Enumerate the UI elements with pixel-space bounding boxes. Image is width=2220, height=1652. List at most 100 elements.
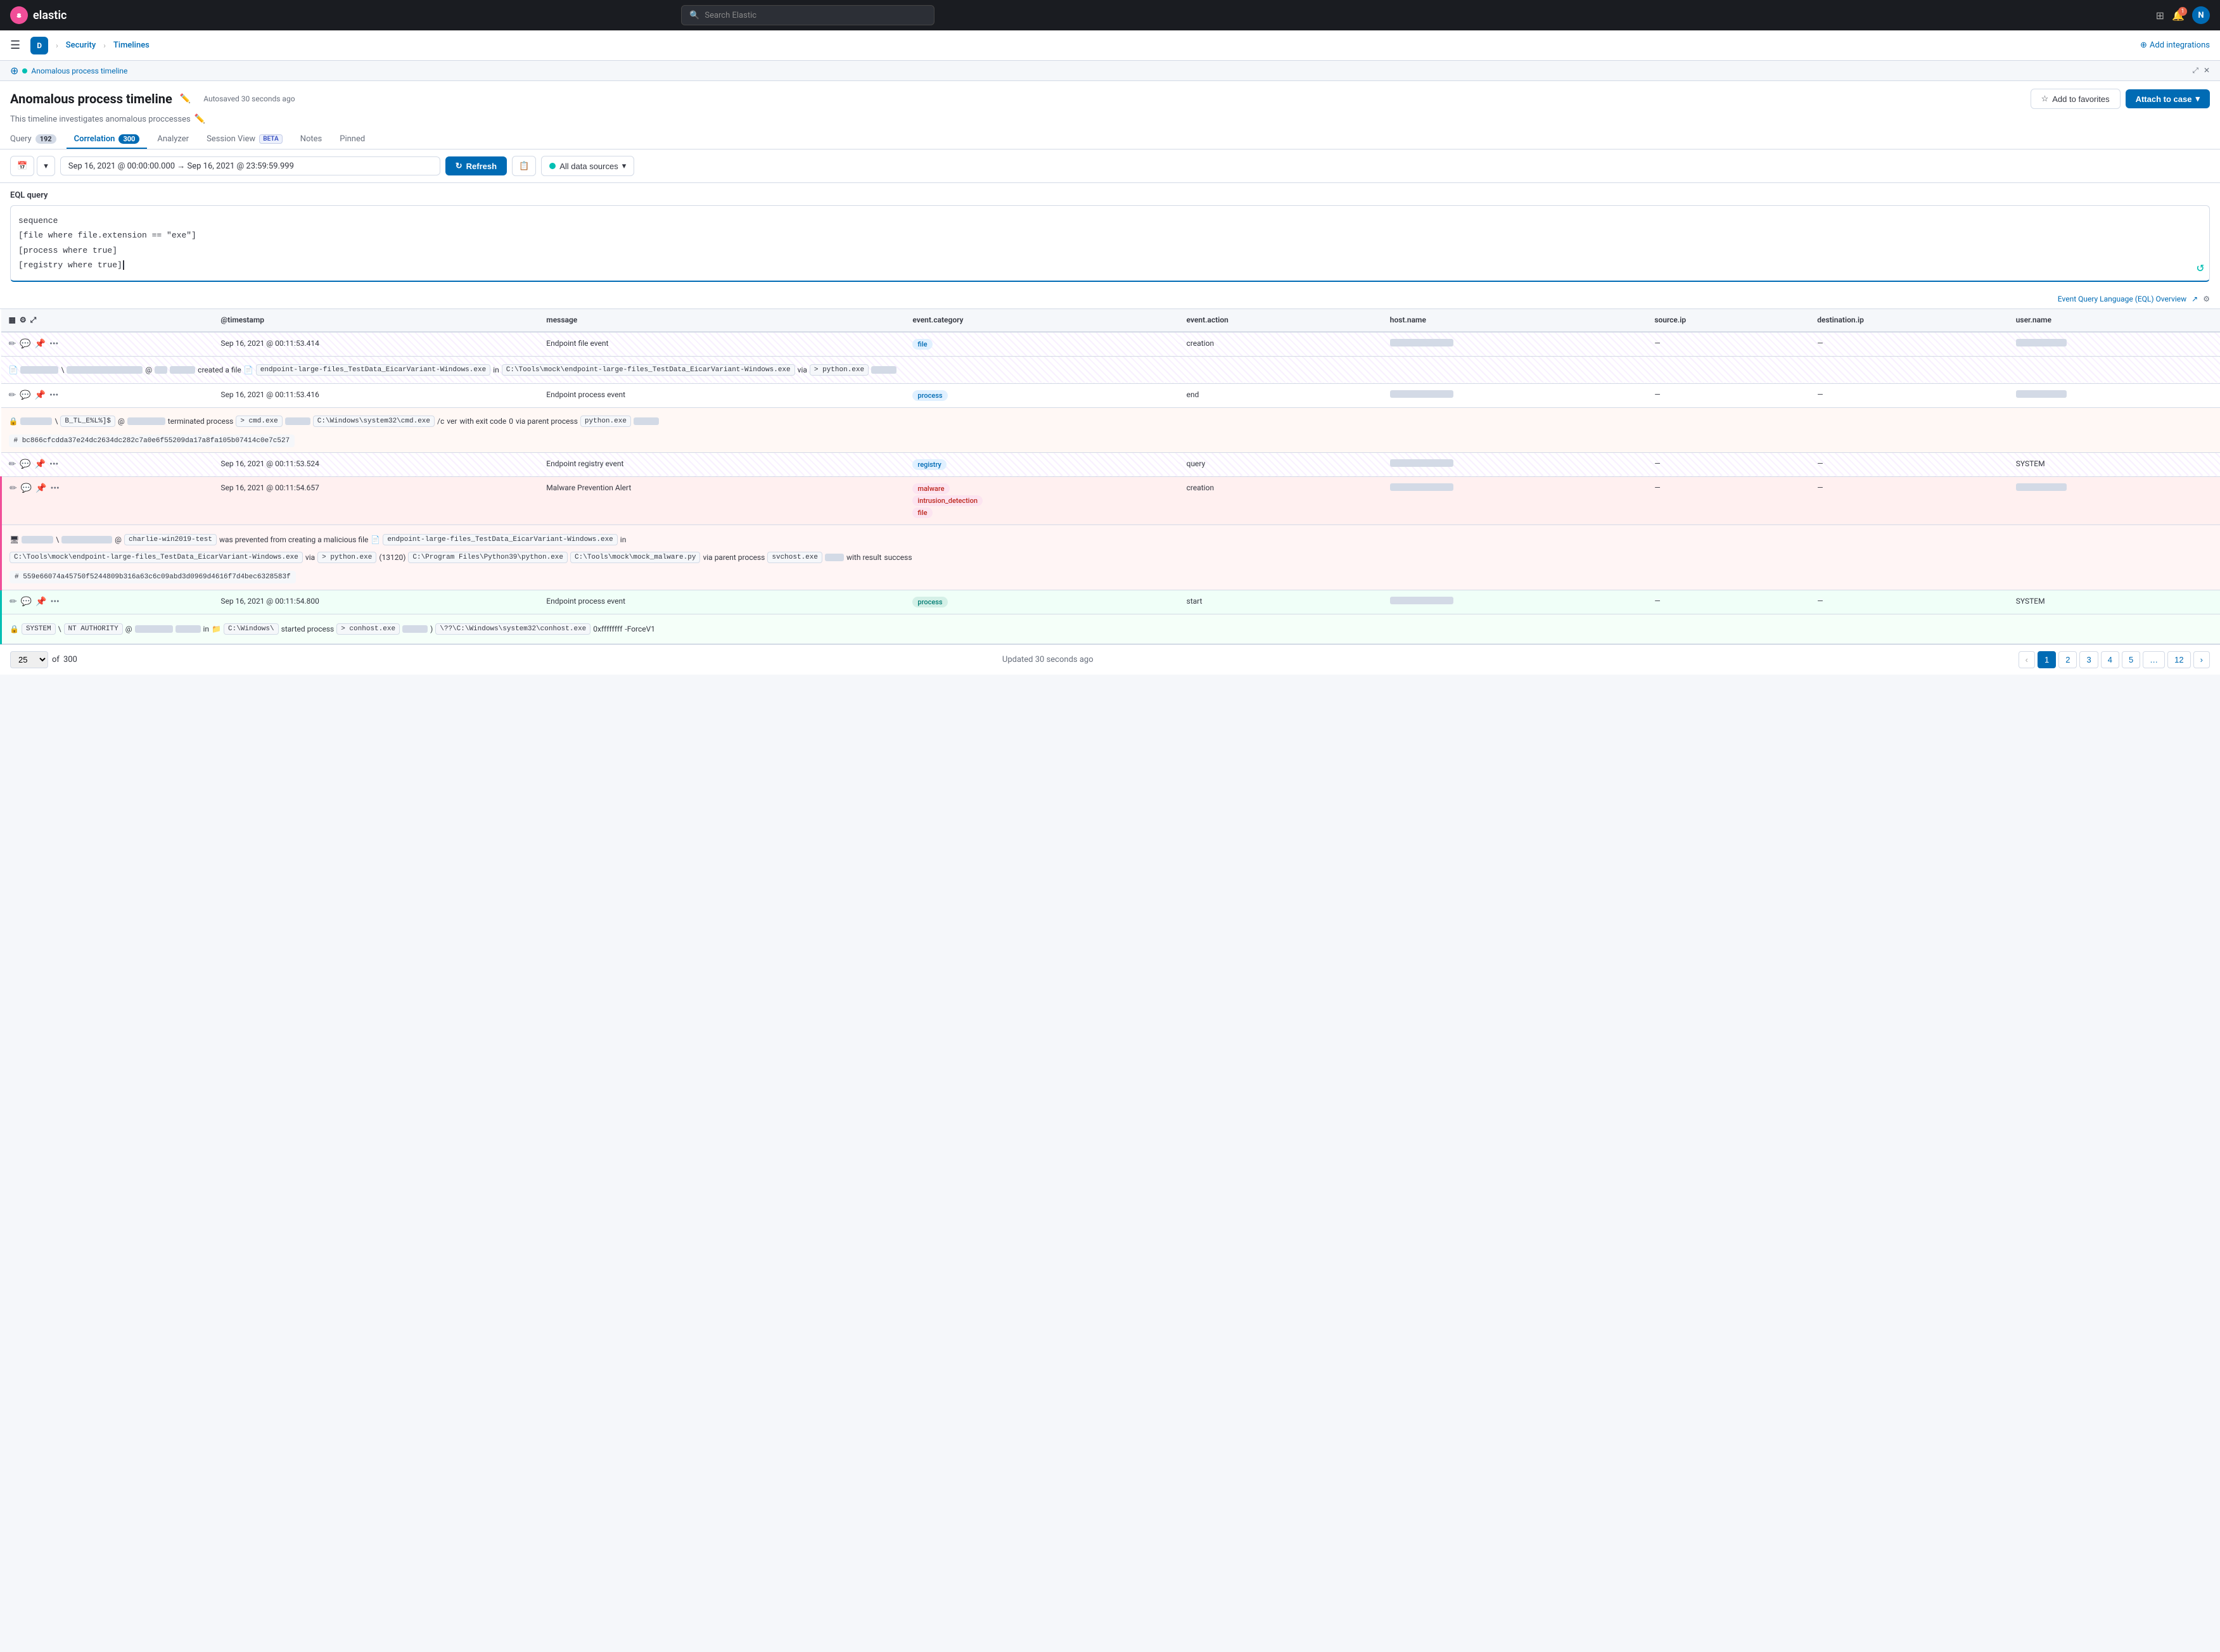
more-row-icon[interactable]: •••: [49, 339, 58, 349]
settings-icon[interactable]: ⚙: [20, 315, 27, 324]
datasources-chevron: ▾: [622, 161, 627, 171]
breadcrumb-d[interactable]: D: [30, 37, 48, 54]
row-dest: —: [1809, 590, 2008, 614]
hamburger-menu[interactable]: ☰: [10, 39, 20, 52]
add-to-favorites-button[interactable]: ☆ Add to favorites: [2031, 89, 2121, 109]
eql-editor[interactable]: sequence [file where file.extension == "…: [10, 205, 2210, 282]
row-action: start: [1179, 590, 1382, 614]
more-row-icon[interactable]: •••: [49, 390, 58, 400]
refresh-button[interactable]: ↻ Refresh: [445, 156, 507, 175]
row-action: creation: [1179, 476, 1382, 524]
tab-analyzer[interactable]: Analyzer: [150, 130, 196, 149]
columns-icon[interactable]: ▦: [9, 315, 16, 324]
more-row-icon[interactable]: •••: [49, 459, 58, 469]
eql-label: EQL query: [10, 191, 2210, 200]
breadcrumb-row: ⊕ Anomalous process timeline ⤢ ✕: [0, 61, 2220, 81]
breadcrumb-timelines[interactable]: Timelines: [113, 41, 150, 50]
row-message: Endpoint process event: [539, 590, 905, 614]
comment-row-icon[interactable]: 💬: [20, 390, 30, 400]
edit-row-icon[interactable]: ✏: [10, 597, 17, 607]
breadcrumb-add-icon[interactable]: ⊕: [10, 65, 18, 77]
tab-query[interactable]: Query 192: [3, 130, 64, 149]
breadcrumb-timeline-link[interactable]: Anomalous process timeline: [31, 67, 127, 75]
row-message: Malware Prevention Alert: [539, 476, 905, 524]
comment-row-icon[interactable]: 💬: [20, 459, 30, 469]
row-user: SYSTEM: [2008, 452, 2220, 476]
correlation-badge: 300: [118, 134, 139, 144]
edit-row-icon[interactable]: ✏: [9, 459, 16, 469]
row-category: malware intrusion_detection file: [905, 476, 1178, 524]
expand-all-icon[interactable]: ⤢: [30, 315, 37, 325]
row-host: [1382, 452, 1647, 476]
top-navigation: elastic 🔍 Search Elastic ⊞ 🔔1 N: [0, 0, 2220, 30]
col-header-source[interactable]: source.ip: [1647, 309, 1809, 332]
row-user: [2008, 332, 2220, 357]
user-avatar[interactable]: N: [2192, 6, 2210, 24]
search-expand-icon[interactable]: ⤢: [2192, 66, 2198, 75]
eql-settings-icon[interactable]: ⚙: [2203, 295, 2210, 303]
col-header-timestamp[interactable]: @timestamp: [213, 309, 539, 332]
col-header-category[interactable]: event.category: [905, 309, 1178, 332]
footer-status: Updated 30 seconds ago: [1002, 655, 1094, 664]
col-header-user[interactable]: user.name: [2008, 309, 2220, 332]
date-range-picker[interactable]: Sep 16, 2021 @ 00:00:00.000 → Sep 16, 20…: [60, 156, 440, 175]
pin-row-icon[interactable]: 📌: [35, 390, 46, 400]
grid-icon[interactable]: ⊞: [2156, 10, 2164, 22]
pin-row-icon[interactable]: 📌: [35, 339, 46, 349]
add-integrations-link[interactable]: ⊕ Add integrations: [2140, 41, 2210, 50]
elastic-logo[interactable]: elastic: [10, 6, 67, 24]
col-header-host[interactable]: host.name: [1382, 309, 1647, 332]
eql-line4: [registry where true]: [18, 258, 2202, 272]
row-actions: ✏ 💬 📌 •••: [1, 332, 214, 357]
col-header-dest[interactable]: destination.ip: [1809, 309, 2008, 332]
col-header-message[interactable]: message: [539, 309, 905, 332]
tab-pinned[interactable]: Pinned: [332, 130, 373, 149]
tab-session-view[interactable]: Session View BETA: [199, 130, 290, 149]
edit-row-icon[interactable]: ✏: [9, 339, 16, 349]
close-timeline-icon[interactable]: ✕: [2204, 66, 2210, 75]
page-last-button[interactable]: 12: [2167, 651, 2190, 668]
page-1-button[interactable]: 1: [2038, 651, 2056, 668]
tab-correlation[interactable]: Correlation 300: [67, 130, 148, 149]
edit-row-icon[interactable]: ✏: [9, 390, 16, 400]
pin-row-icon[interactable]: 📌: [35, 597, 46, 607]
breadcrumb-security[interactable]: Security: [66, 41, 96, 50]
page-4-button[interactable]: 4: [2101, 651, 2119, 668]
prev-page-button[interactable]: ‹: [2019, 651, 2035, 668]
expand-icon: 📄: [9, 365, 18, 374]
more-row-icon[interactable]: •••: [51, 597, 60, 607]
edit-title-icon[interactable]: ✏️: [180, 94, 191, 104]
row-dest: —: [1809, 332, 2008, 357]
eql-overview-link[interactable]: Event Query Language (EQL) Overview: [2058, 295, 2186, 303]
attach-to-case-button[interactable]: Attach to case ▾: [2126, 89, 2210, 108]
pin-row-icon[interactable]: 📌: [35, 483, 46, 493]
row-action: query: [1179, 452, 1382, 476]
next-page-button[interactable]: ›: [2193, 651, 2210, 668]
table-row: ✏ 💬 📌 ••• Sep 16, 2021 @ 00:11:53.414 En…: [1, 332, 2220, 357]
page-5-button[interactable]: 5: [2122, 651, 2140, 668]
all-data-sources-button[interactable]: All data sources ▾: [541, 156, 634, 176]
expand-cell-5: 🔒 SYSTEM \ NT AUTHORITY @ in 📁 C:\Window…: [1, 614, 2220, 644]
row-actions: ✏ 💬 📌 •••: [1, 383, 214, 407]
bell-icon[interactable]: 🔔1: [2172, 10, 2185, 22]
calendar-icon-button[interactable]: 📅: [10, 156, 34, 176]
comment-row-icon[interactable]: 💬: [21, 597, 32, 607]
page-3-button[interactable]: 3: [2079, 651, 2098, 668]
edit-row-icon[interactable]: ✏: [10, 483, 17, 493]
copy-button[interactable]: 📋: [512, 156, 536, 176]
tab-notes[interactable]: Notes: [293, 130, 330, 149]
comment-row-icon[interactable]: 💬: [20, 339, 30, 349]
row-actions: ✏ 💬 📌 •••: [1, 476, 214, 524]
row-source: —: [1647, 332, 1809, 357]
calendar-dropdown-button[interactable]: ▾: [37, 156, 55, 176]
more-row-icon[interactable]: •••: [51, 483, 60, 493]
per-page-select[interactable]: 25 50 100: [10, 651, 48, 668]
row-timestamp: Sep 16, 2021 @ 00:11:53.414: [213, 332, 539, 357]
comment-row-icon[interactable]: 💬: [21, 483, 32, 493]
col-header-action[interactable]: event.action: [1179, 309, 1382, 332]
search-input[interactable]: 🔍 Search Elastic: [681, 5, 935, 25]
edit-description-icon[interactable]: ✏️: [195, 114, 205, 124]
page-2-button[interactable]: 2: [2058, 651, 2077, 668]
row-source: —: [1647, 383, 1809, 407]
pin-row-icon[interactable]: 📌: [35, 459, 46, 469]
